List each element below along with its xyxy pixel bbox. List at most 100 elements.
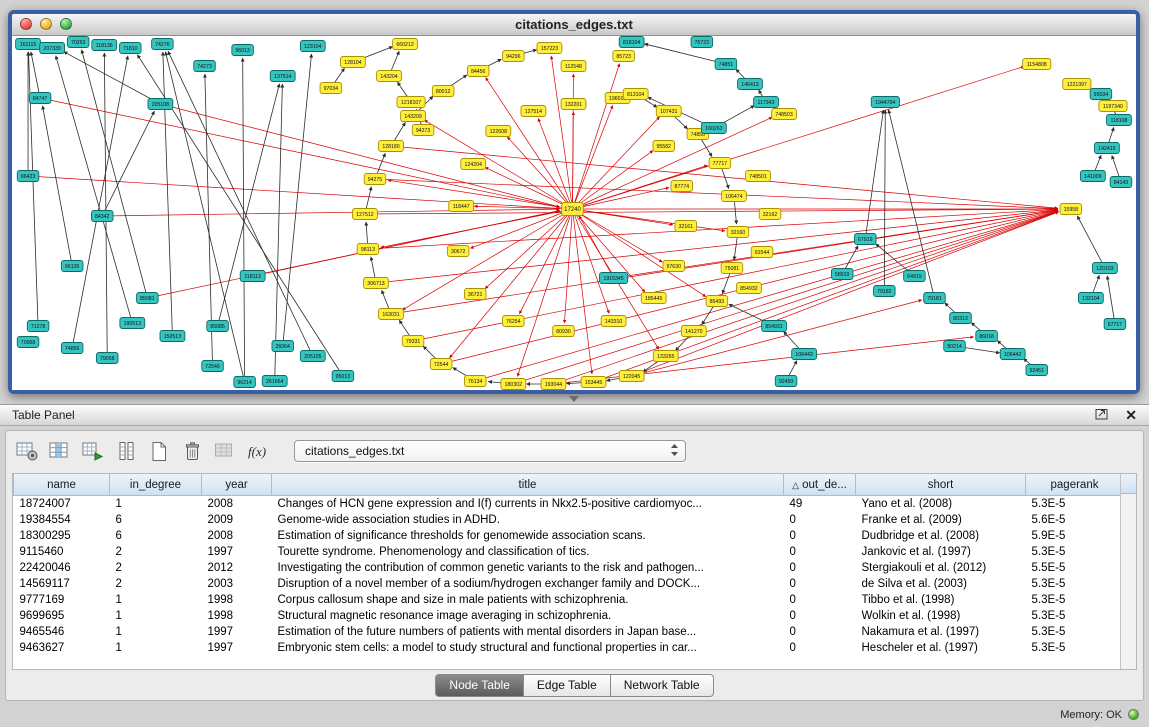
column-header-name[interactable]: name [14,474,110,496]
network-node[interactable]: 94273 [412,125,434,136]
network-node[interactable]: 120103 [1092,263,1117,274]
network-node[interactable]: 87774 [671,181,693,192]
network-node[interactable]: 1154808 [1023,59,1051,70]
network-node[interactable]: 96214 [234,377,256,388]
network-edge[interactable] [104,53,107,358]
table-row[interactable]: 2242004622012Investigating the contribut… [14,560,1124,576]
network-node[interactable]: 36721 [464,289,486,300]
network-edge[interactable] [553,337,973,384]
column-header-short[interactable]: short [856,474,1026,496]
network-node[interactable]: 17240 [562,203,584,216]
zoom-window-button[interactable] [60,18,72,30]
table-row[interactable]: 1872400712008Changes of HCN gene express… [14,496,1124,513]
network-node[interactable]: 85081 [137,293,159,304]
network-edge[interactable] [218,84,280,326]
network-node[interactable]: 96135 [61,261,83,272]
network-node[interactable]: 67717 [1104,319,1126,330]
network-node[interactable]: 92450 [775,376,797,387]
network-node[interactable]: 98113 [357,244,379,255]
network-node[interactable]: 124204 [461,159,486,170]
network-node[interactable]: 80214 [944,341,966,352]
network-node[interactable]: 72544 [430,359,452,370]
table-row[interactable]: 1456911722003Disruption of a novel membe… [14,576,1124,592]
network-node[interactable]: 95582 [653,141,675,152]
network-node[interactable]: 106443 [792,349,817,360]
new-document-icon[interactable] [146,439,172,464]
network-edge[interactable] [551,56,572,209]
float-panel-icon[interactable] [1095,407,1109,423]
network-node[interactable]: 107431 [656,106,681,117]
network-node[interactable]: 128104 [340,57,365,68]
network-node[interactable]: 67919 [854,234,876,245]
network-node[interactable]: 660212 [393,39,418,50]
network-node[interactable]: 80313 [950,313,972,324]
network-node[interactable]: 85493 [706,296,728,307]
network-node[interactable]: 95013 [332,371,354,382]
column-chooser-icon[interactable] [47,439,73,464]
network-edge[interactable] [160,104,559,207]
network-node[interactable]: 146413 [738,79,763,90]
network-edge[interactable] [572,64,619,209]
network-node[interactable]: 306713 [364,278,389,289]
network-node[interactable]: 85723 [613,51,635,62]
table-row[interactable]: 977716911998Corpus callosum shape and si… [14,592,1124,608]
network-node[interactable]: 180302 [501,379,526,390]
network-edge[interactable] [102,111,154,216]
network-edge[interactable] [388,180,573,209]
table-source-dropdown[interactable]: citations_edges.txt [294,440,686,462]
network-edge[interactable] [644,44,726,64]
network-edge[interactable] [486,78,573,209]
network-node[interactable]: 118113 [240,271,265,282]
network-node[interactable]: 163031 [379,309,404,320]
network-edge[interactable] [275,84,283,381]
network-node[interactable]: 86018 [976,331,998,342]
network-node[interactable]: 74856 [61,343,83,354]
network-node[interactable]: 79058 [96,353,118,364]
panel-splitter-handle[interactable] [569,396,579,402]
table-row[interactable]: 969969511998Structural magnetic resonanc… [14,608,1124,624]
network-node[interactable]: 190513 [120,318,145,329]
network-node[interactable]: 157223 [537,43,562,54]
network-node[interactable]: 261664 [262,376,287,387]
network-edge[interactable] [28,176,559,209]
tab-network-table[interactable]: Network Table [611,674,714,697]
column-header-out_de[interactable]: △out_de... [784,474,856,496]
function-builder-icon[interactable]: f(x) [245,439,271,464]
network-node[interactable]: 123104 [300,41,325,52]
network-node[interactable]: 117343 [754,97,779,108]
network-node[interactable]: 75723 [691,37,713,48]
network-edge[interactable] [572,209,662,262]
network-node[interactable]: 1944794 [871,97,899,108]
column-header-pagerank[interactable]: pagerank [1026,474,1124,496]
network-node[interactable]: 71278 [27,321,49,332]
network-node[interactable]: 1221397 [1063,79,1091,90]
network-node[interactable]: 143209 [401,111,426,122]
network-node[interactable]: 70968 [17,337,39,348]
network-node[interactable]: 74276 [152,39,174,50]
network-node[interactable]: 122045 [619,371,644,382]
network-node[interactable]: 95034 [1090,89,1112,100]
network-node[interactable]: 161115 [16,39,41,50]
network-node[interactable]: 80930 [553,326,575,337]
network-node[interactable]: 137514 [270,71,295,82]
minimize-window-button[interactable] [40,18,52,30]
network-node[interactable]: 141270 [681,326,706,337]
network-edge[interactable] [102,209,559,216]
network-node[interactable]: 84456 [467,66,489,77]
network-node[interactable]: 58919 [831,269,853,280]
close-window-button[interactable] [20,18,32,30]
network-node[interactable]: 185445 [641,293,666,304]
network-node[interactable]: 94275 [364,174,386,185]
network-canvas[interactable]: 1724019601395582877743216197630185445143… [12,36,1136,390]
column-header-in_degree[interactable]: in_degree [110,474,202,496]
network-node[interactable]: 153445 [581,377,606,388]
network-node[interactable]: 127512 [353,209,378,220]
network-node[interactable]: 150513 [160,331,185,342]
column-header-title[interactable]: title [272,474,784,496]
network-node[interactable]: 91544 [751,247,773,258]
column-header-year[interactable]: year [202,474,272,496]
network-node[interactable]: 118447 [449,201,474,212]
table-scrollbar[interactable] [1120,474,1136,669]
network-edge[interactable] [564,209,572,323]
network-edge[interactable] [40,98,560,207]
